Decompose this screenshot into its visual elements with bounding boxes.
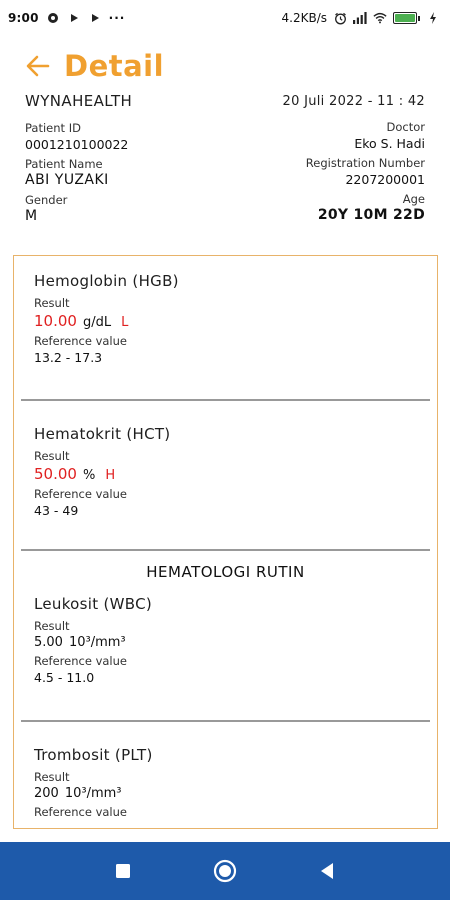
test-name: Trombosit (PLT) [34, 746, 153, 764]
patient-name-label: Patient Name [25, 157, 103, 171]
age-value: 20Y 10M 22D [317, 207, 425, 223]
app-header: Detail [26, 44, 164, 88]
alarm-icon [333, 11, 347, 25]
test-name: Hemoglobin (HGB) [34, 272, 179, 290]
signal-icon [353, 11, 367, 25]
network-speed: 4.2KB/s [281, 11, 327, 25]
section-heading: HEMATOLOGI RUTIN [146, 563, 305, 581]
arrow-left-icon[interactable] [26, 53, 52, 79]
overflow-dots: ··· [108, 11, 126, 25]
test-item: Hematokrit (HCT) Result 50.00 % H Refere… [14, 401, 437, 549]
result-value: 5.00 [34, 635, 63, 650]
lab-name: WYNAHEALTH [25, 92, 133, 110]
reference-value: 43 - 49 [34, 503, 79, 518]
test-name: Hematokrit (HCT) [34, 425, 171, 443]
result-flag: L [121, 315, 129, 330]
registration-label: Registration Number [305, 156, 425, 170]
reference-label: Reference value [34, 487, 127, 501]
back-triangle-icon[interactable] [315, 859, 339, 883]
result-unit: g/dL [82, 315, 112, 330]
result-value: 10.00 [34, 312, 77, 330]
patient-id-label: Patient ID [25, 121, 81, 135]
reference-value: 13.2 - 17.3 [34, 350, 103, 365]
result-label: Result [34, 296, 70, 310]
gender-value: M [25, 208, 38, 224]
recents-square-icon[interactable] [111, 859, 135, 883]
gender-label: Gender [25, 193, 68, 207]
reference-label: Reference value [34, 654, 127, 668]
status-time: 9:00 [8, 11, 39, 25]
chat-icon [46, 11, 60, 25]
reference-value: 4.5 - 11.0 [34, 670, 95, 685]
page-title: Detail [64, 49, 165, 83]
patient-id-value: 0001210100022 [25, 137, 129, 152]
age-label: Age [402, 192, 425, 206]
test-item: Trombosit (PLT) Result 200 10³/mm³ Refer… [14, 722, 437, 820]
status-bar: 9:00 ··· 4.2KB/s [0, 0, 450, 36]
result-label: Result [34, 770, 70, 784]
home-circle-icon[interactable] [213, 859, 237, 883]
result-flag: H [105, 468, 116, 483]
visit-date: 20 Juli 2022 - 11 : 42 [282, 94, 425, 109]
registration-value: 2207200001 [345, 172, 425, 187]
result-value: 50.00 [34, 465, 77, 483]
system-nav-bar [0, 842, 450, 900]
play-icon [88, 11, 102, 25]
result-label: Result [34, 449, 70, 463]
battery-icon [393, 12, 420, 24]
charging-icon [426, 11, 440, 25]
test-name: Leukosit (WBC) [34, 595, 153, 613]
doctor-label: Doctor [386, 120, 426, 134]
result-value: 200 [34, 786, 59, 801]
result-unit: 10³/mm³ [64, 786, 122, 801]
patient-name-value: ABI YUZAKI [25, 172, 109, 188]
result-label: Result [34, 619, 70, 633]
reference-label: Reference value [34, 334, 127, 348]
result-unit: % [82, 468, 96, 483]
test-item: Hemoglobin (HGB) Result 10.00 g/dL L Ref… [14, 256, 437, 399]
wifi-icon [373, 11, 387, 25]
patient-info: WYNAHEALTH Patient ID 0001210100022 Pati… [25, 92, 425, 242]
play-icon [67, 11, 81, 25]
result-unit: 10³/mm³ [68, 635, 126, 650]
reference-label: Reference value [34, 805, 127, 819]
doctor-value: Eko S. Hadi [354, 136, 425, 151]
test-item: Leukosit (WBC) Result 5.00 10³/mm³ Refer… [14, 581, 437, 720]
results-card[interactable]: Hemoglobin (HGB) Result 10.00 g/dL L Ref… [13, 255, 438, 829]
